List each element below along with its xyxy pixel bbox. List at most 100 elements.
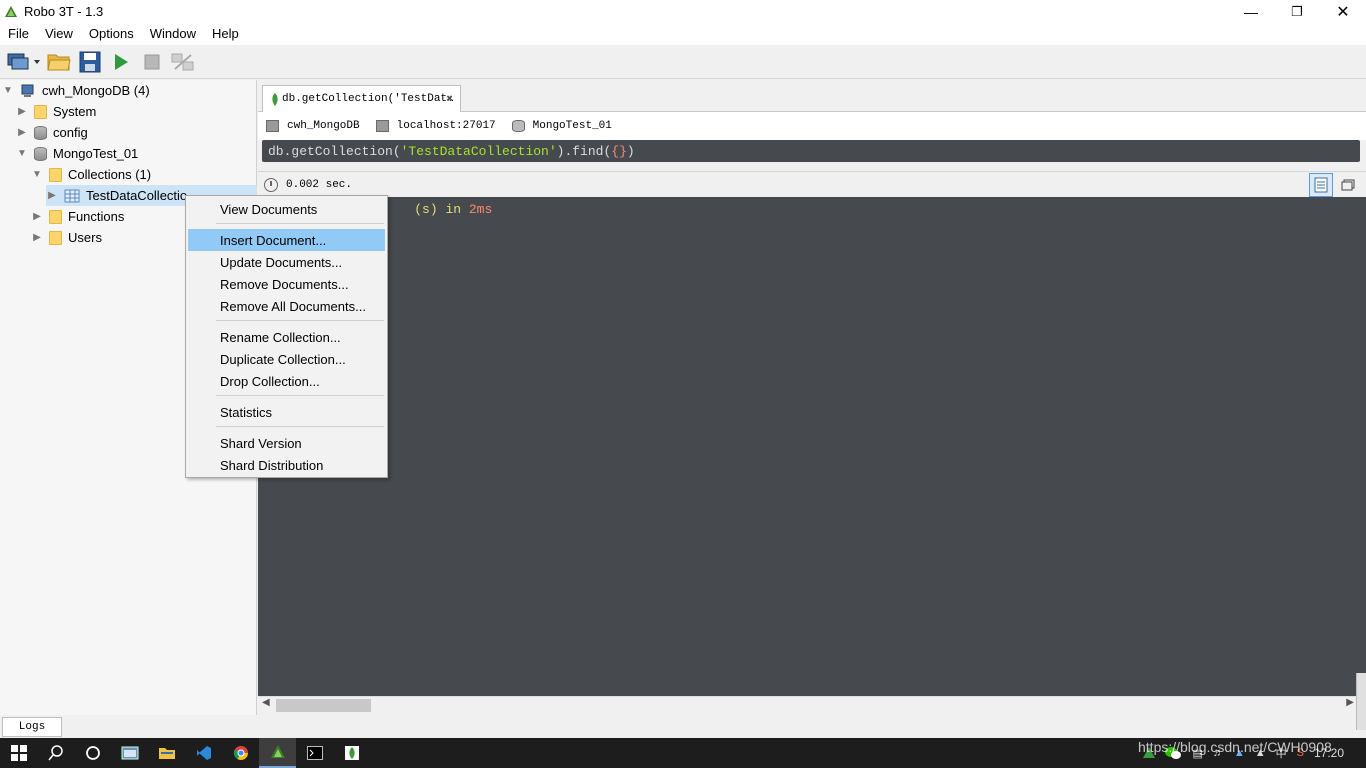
menu-shard-version[interactable]: Shard Version [188,432,385,454]
table-icon [64,189,80,202]
menu-remove-all-documents[interactable]: Remove All Documents... [188,295,385,317]
menu-view[interactable]: View [37,23,81,45]
text-mode-button[interactable] [1309,173,1333,197]
config-label: config [53,125,88,140]
folder-icon [49,167,62,182]
save-button[interactable] [76,48,104,76]
collapsed-arrow-icon[interactable]: ▶ [31,232,43,244]
vertical-scrollbar[interactable] [1356,673,1366,730]
logs-tab[interactable]: Logs [2,717,62,737]
tree-folder-users[interactable]: ▶ Users [31,227,102,248]
close-icon: ✕ [1336,3,1350,21]
execute-button[interactable] [107,48,135,76]
collapsed-arrow-icon[interactable]: ▶ [31,211,43,223]
taskbar-mongodb[interactable] [333,738,370,768]
connection-info-bar: cwh_MongoDB localhost:27017 MongoTest_01 [258,112,1366,140]
menu-remove-documents[interactable]: Remove Documents... [188,273,385,295]
terminal-icon [306,746,323,760]
system-label: System [53,104,97,119]
window-icon [1341,179,1355,191]
search-button[interactable] [37,738,74,768]
database-icon [34,125,47,140]
start-button[interactable] [0,738,37,768]
menu-separator [216,426,384,427]
tree-folder-functions[interactable]: ▶ Functions [31,206,124,227]
orientation-button[interactable] [169,48,197,76]
menu-file[interactable]: File [0,23,37,45]
info-connection-label: cwh_MongoDB [287,120,360,132]
scrollbar-thumb[interactable] [276,699,371,712]
menu-options[interactable]: Options [81,23,142,45]
users-label: Users [68,230,102,245]
tree-db-mongotest[interactable]: ▼ MongoTest_01 [16,143,138,164]
tree-folder-collections[interactable]: ▼ Collections (1) [31,164,151,185]
menu-window[interactable]: Window [142,23,204,45]
taskbar-chrome[interactable] [222,738,259,768]
stop-button[interactable] [138,48,166,76]
taskbar-robo3t[interactable] [259,738,296,768]
info-host: localhost:27017 [375,120,496,132]
query-part: ).find( [556,143,612,159]
menu-duplicate-collection[interactable]: Duplicate Collection... [188,348,385,370]
restore-icon: ❐ [1291,3,1303,19]
connect-button[interactable] [4,48,42,76]
toolbar [0,45,1366,79]
query-tab-label: db.getCollection('TestDat… [282,93,454,105]
menu-separator [216,320,384,321]
query-part: ) [626,143,635,159]
collapsed-arrow-icon[interactable]: ▶ [16,106,28,118]
save-icon [79,51,101,72]
menu-drop-collection[interactable]: Drop Collection... [188,370,385,392]
expanded-arrow-icon[interactable]: ▼ [16,148,28,160]
database-icon [511,120,525,132]
horizontal-scrollbar[interactable]: ◀ ▶ [258,696,1356,713]
taskbar-terminal[interactable] [296,738,333,768]
tree-folder-system[interactable]: ▶ System [16,101,96,122]
mongo-leaf-icon [344,746,359,760]
taskbar-vscode[interactable] [185,738,222,768]
results-header: 0.002 sec. [258,171,1366,197]
collapsed-arrow-icon[interactable]: ▶ [16,127,28,139]
scroll-right-icon[interactable]: ▶ [1346,697,1354,708]
document-icon [1314,177,1328,193]
collection-label: TestDataCollectio [86,188,188,203]
menu-view-documents[interactable]: View Documents [188,198,385,220]
expanded-arrow-icon[interactable]: ▼ [2,85,14,97]
open-button[interactable] [45,48,73,76]
database-label: MongoTest_01 [53,146,139,161]
orientation-icon [171,53,194,70]
taskbar-file-explorer[interactable] [148,738,185,768]
collapsed-arrow-icon[interactable]: ▶ [46,190,58,202]
collections-label: Collections (1) [68,167,152,182]
scroll-left-icon[interactable]: ◀ [262,697,270,708]
open-folder-icon [47,54,71,70]
task-view-button[interactable] [74,738,111,768]
menu-help[interactable]: Help [204,23,247,45]
query-tab[interactable]: db.getCollection('TestDat… ✖ [262,85,461,112]
restore-button[interactable]: ❐ [1274,0,1320,23]
menu-update-documents[interactable]: Update Documents... [188,251,385,273]
menu-rename-collection[interactable]: Rename Collection... [188,326,385,348]
tree-db-config[interactable]: ▶ config [16,122,88,143]
windows-logo-icon [10,745,27,761]
taskbar-app-explorer-window[interactable] [111,738,148,768]
title-bar: Robo 3T - 1.3 — ❐ ✕ [0,0,1366,23]
robo3t-logo-icon [5,5,17,17]
close-window-button[interactable]: ✕ [1320,0,1366,23]
tree-connection[interactable]: ▼ cwh_MongoDB (4) [2,80,150,101]
results-panel[interactable]: (s) in 2ms [258,197,1366,696]
query-editor[interactable]: db.getCollection('TestDataCollection').f… [262,140,1360,162]
tree-mode-button[interactable] [1336,173,1360,197]
results-fragment: (s) in [414,202,469,217]
folder-icon [49,230,62,245]
server-icon [266,120,279,132]
expanded-arrow-icon[interactable]: ▼ [31,169,43,181]
close-tab-icon[interactable]: ✖ [446,92,453,106]
menu-statistics[interactable]: Statistics [188,401,385,423]
menu-shard-distribution[interactable]: Shard Distribution [188,454,385,476]
logs-label: Logs [18,721,46,733]
clock-icon [264,177,278,192]
menu-insert-document[interactable]: Insert Document... [188,229,385,251]
minimize-button[interactable]: — [1228,0,1274,23]
app-window-icon [121,746,138,760]
